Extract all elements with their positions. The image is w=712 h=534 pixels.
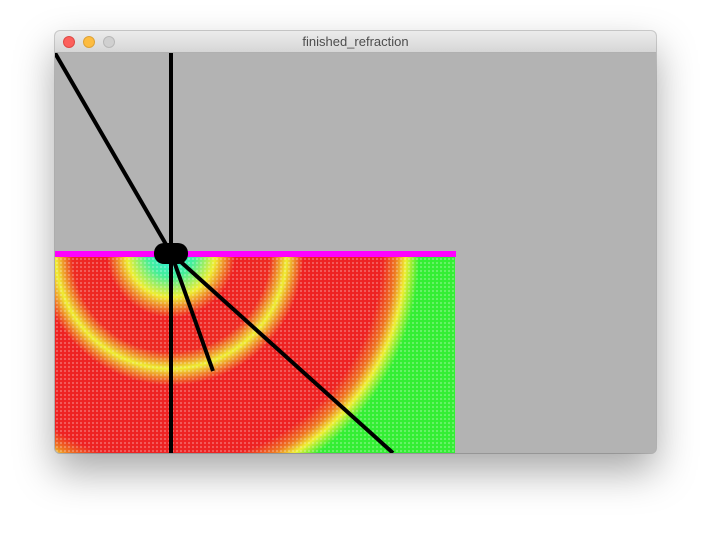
title-bar[interactable]: finished_refraction: [55, 31, 656, 53]
refraction-drawing: [55, 53, 656, 453]
interface-line: [55, 251, 456, 257]
app-window: finished_refraction: [55, 31, 656, 453]
wave-field: [55, 255, 455, 453]
source-handle[interactable]: [154, 243, 188, 264]
window-title: finished_refraction: [302, 34, 409, 49]
sketch-canvas[interactable]: [55, 53, 656, 453]
